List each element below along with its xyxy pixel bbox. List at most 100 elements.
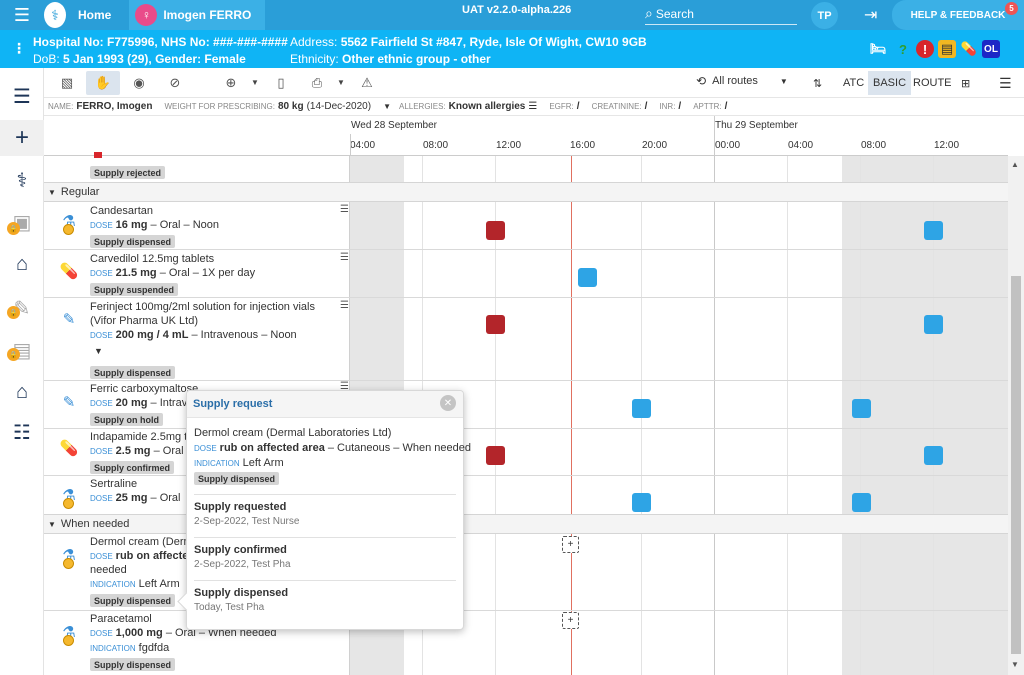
dose-value: rub on affecte (115, 550, 189, 562)
banner-menu-icon[interactable]: ⋮ (12, 40, 26, 57)
row-menu-icon[interactable]: ☰ (340, 252, 349, 263)
stethoscope-icon[interactable]: ⚕ (0, 162, 44, 198)
capsule-icon: 💊 (59, 440, 79, 457)
dose-scheduled-marker[interactable] (924, 446, 943, 465)
dose-scheduled-marker[interactable] (632, 493, 651, 512)
home-icon[interactable]: ⌂ (0, 246, 44, 282)
scroll-down-icon[interactable]: ▼ (1011, 660, 1019, 669)
route-button[interactable]: ROUTE (908, 71, 957, 95)
left-sidebar: ☰ + ⚕ ▣ 🔒 ⌂ ✎ 🔒 ▤ 🔒 ⌂ ☷ (0, 68, 44, 675)
user-avatar[interactable]: TP (811, 2, 838, 29)
dob: DoB: 5 Jan 1993 (29), Gender: Female (33, 52, 246, 66)
status-badge: Supply dispensed (90, 366, 176, 379)
dose-scheduled-marker[interactable] (632, 399, 651, 418)
vertical-scrollbar[interactable]: ▲ ▼ (1008, 156, 1024, 675)
ethnicity-label: Ethnicity: (290, 52, 339, 66)
hamburger-icon[interactable]: ☰ (0, 0, 44, 30)
list-icon[interactable]: ☰ (0, 78, 44, 114)
bed-icon[interactable]: 🛏 (866, 40, 890, 58)
allergies-menu-icon[interactable]: ☰ (528, 101, 537, 112)
prn-add-dose-button[interactable]: + (562, 612, 579, 629)
ethnicity-value: Other ethnic group - other (342, 52, 491, 66)
row-menu-icon[interactable]: ☰ (340, 204, 349, 215)
help-feedback-button[interactable]: HELP & FEEDBACK 5 (892, 0, 1024, 30)
block-icon[interactable]: ⊘ (158, 71, 192, 95)
status-badge[interactable]: Supply dispensed (90, 594, 176, 607)
basic-button[interactable]: BASIC (868, 71, 912, 95)
dose-scheduled-marker[interactable] (924, 221, 943, 240)
allergies-value[interactable]: Known allergies (449, 101, 526, 112)
medication-row[interactable]: ⚗ Candesartan DOSE 16 mg – Oral – Noon Su… (44, 202, 350, 249)
dose-administration-marker[interactable] (486, 315, 505, 334)
app-logo-icon[interactable]: ⚕ (44, 2, 66, 28)
scroll-up-icon[interactable]: ▲ (1011, 160, 1019, 169)
tablet-icon: ⚗ (60, 542, 78, 569)
rejected-marker-icon (94, 152, 102, 158)
question-icon[interactable]: ? (894, 40, 912, 58)
injection-icon: ✎ (62, 394, 76, 411)
weight-date: (14-Dec-2020) (306, 101, 372, 112)
dose-scheduled-marker[interactable] (924, 315, 943, 334)
dose-scheduled-marker[interactable] (852, 399, 871, 418)
close-icon[interactable]: ✕ (440, 395, 456, 411)
home-link[interactable]: Home (78, 8, 111, 22)
logout-icon[interactable]: ⇥ (864, 5, 877, 25)
search-input[interactable]: ⌕ Search (645, 3, 797, 25)
search-label: Search (655, 6, 694, 21)
inr-value: / (678, 101, 682, 112)
discharge-icon[interactable]: ⌂ (0, 374, 44, 410)
add-medication-caret-icon[interactable]: ▼ (248, 71, 262, 95)
dose-key: DOSE (90, 269, 113, 278)
eye-icon[interactable]: ◉ (122, 71, 156, 95)
popover-dose: DOSE rub on affected area – Cutaneous – W… (194, 442, 471, 454)
routes-select[interactable]: ⟲ All routes ▼ (696, 74, 788, 88)
collapse-icon: ▼ (48, 187, 56, 197)
scrollbar-thumb[interactable] (1011, 276, 1021, 654)
dose-scheduled-marker[interactable] (578, 268, 597, 287)
dose-value: 1,000 mg (115, 627, 163, 639)
notes-icon[interactable]: ▤ (0, 332, 44, 368)
add-medication-icon[interactable]: ⊕ (214, 71, 248, 95)
sort-icon[interactable]: ⇅ (808, 71, 827, 95)
expand-icon[interactable]: ▼ (94, 346, 103, 356)
supply-event-title: Supply confirmed (194, 544, 287, 556)
dose-rest: – Oral – Noon (147, 219, 220, 231)
weight-caret-icon[interactable]: ▼ (383, 102, 391, 111)
administer-view-icon[interactable]: ✋ (86, 70, 120, 95)
pill-icon[interactable]: 💊 (960, 40, 978, 58)
camera-icon[interactable]: ▣ (0, 204, 44, 240)
medication-row[interactable]: ✎ Ferinject 100mg/2ml solution for injec… (44, 298, 350, 380)
supply-event-detail: 2-Sep-2022, Test Nurse (194, 516, 300, 527)
egfr-value: / (576, 101, 580, 112)
atc-button[interactable]: ATC (838, 71, 869, 95)
warning-icon[interactable]: ⚠ (350, 71, 384, 95)
add-icon[interactable]: + (0, 120, 44, 156)
edit-icon[interactable]: ✎ (0, 290, 44, 326)
medication-name: Indapamide 2.5mg ta (90, 431, 194, 443)
columns-icon[interactable]: ⊞ (956, 71, 975, 95)
dose-administration-marker[interactable] (486, 221, 505, 240)
print-icon[interactable]: ⎙ (300, 71, 334, 95)
prn-add-dose-button[interactable]: + (562, 536, 579, 553)
print-caret-icon[interactable]: ▼ (334, 71, 348, 95)
egfr-key: eGFR: (549, 102, 574, 111)
supply-event-detail: Today, Test Pha (194, 602, 265, 613)
hour-label: 08:00 (423, 140, 449, 151)
inr-key: INR: (659, 102, 676, 111)
dose-value: 200 mg / 4 mL (115, 329, 189, 341)
patient-chip[interactable]: ♀ Imogen FERRO (129, 0, 266, 30)
ethnicity-document-icon[interactable]: ▯ (264, 71, 298, 95)
checklist-icon[interactable]: ☷ (0, 414, 44, 450)
chart-view-icon[interactable]: ▧ (50, 71, 84, 95)
dose-scheduled-marker[interactable] (852, 493, 871, 512)
medication-dose: DOSE 16 mg – Oral – Noon (90, 219, 219, 231)
medication-name: Ferric carboxymaltose (90, 383, 199, 395)
dose-administration-marker[interactable] (486, 446, 505, 465)
group-regular[interactable]: ▼ Regular (44, 182, 1008, 202)
clipboard-icon[interactable]: ▤ (938, 40, 956, 58)
alert-icon[interactable]: ! (916, 40, 934, 58)
medication-row[interactable]: 💊 Carvedilol 12.5mg tablets DOSE 21.5 mg … (44, 250, 350, 297)
ol-badge[interactable]: OL (982, 40, 1000, 58)
menu-icon[interactable]: ☰ (994, 71, 1017, 95)
row-menu-icon[interactable]: ☰ (340, 300, 349, 311)
